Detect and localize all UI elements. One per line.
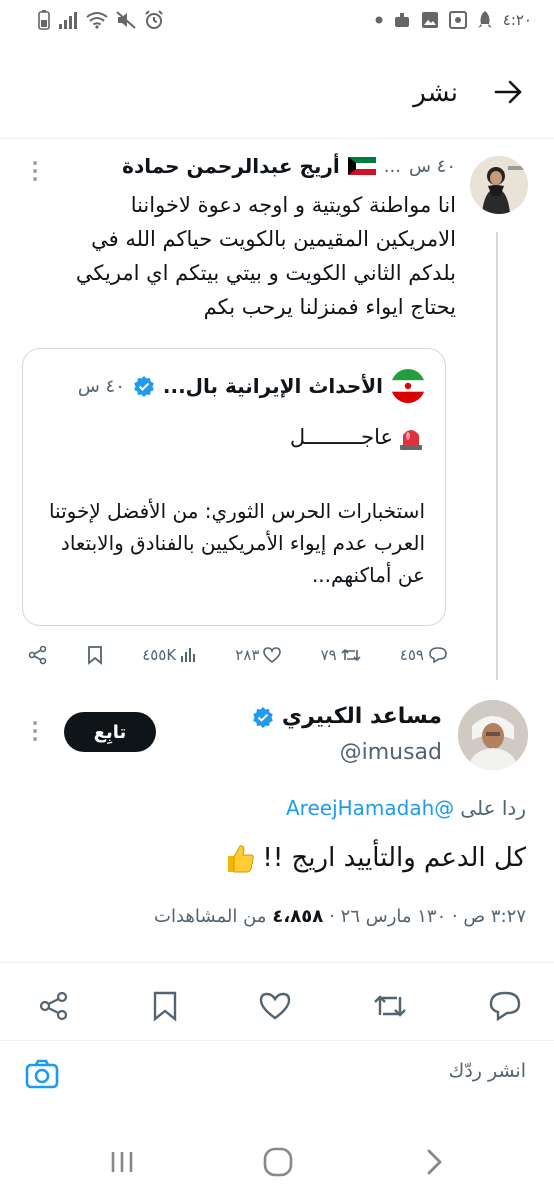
quote-time: ٤٠ س <box>77 375 125 397</box>
verified-badge-icon <box>253 706 273 728</box>
repost-icon[interactable] <box>373 991 407 1021</box>
more-options-icon[interactable] <box>32 160 38 182</box>
signal-icon <box>59 12 77 29</box>
quote-author-name: الأحداث الإيرانية بال... <box>162 374 383 398</box>
original-time: ٤٠ س <box>408 155 456 177</box>
original-author-name[interactable]: أريج عبدالرحمن حمادة <box>122 154 340 178</box>
avatar-original[interactable] <box>470 156 528 214</box>
avatar-reply-image <box>458 700 528 770</box>
views-count: ٤٥٥K <box>142 646 177 664</box>
status-time: ٤:٢٠ <box>502 11 532 29</box>
actions-top-divider <box>0 962 554 963</box>
original-ellipsis: ... <box>383 155 401 177</box>
replies-action[interactable]: ٤٥٩ <box>400 646 448 664</box>
bookmark-icon[interactable] <box>152 990 178 1022</box>
likes-action[interactable]: ٢٨٣ <box>235 646 282 664</box>
original-name-row: أريج عبدالرحمن حمادة ... ٤٠ س <box>122 154 456 178</box>
reply-icon[interactable] <box>488 990 522 1022</box>
quote-tweet-card[interactable]: الأحداث الإيرانية بال... ٤٠ س عاجـــــــ… <box>22 348 446 626</box>
reply-to-mention[interactable]: @AreejHamadah <box>286 796 454 820</box>
thumbs-up-icon <box>228 845 255 873</box>
views-action[interactable]: ٤٥٥K <box>142 646 196 664</box>
original-tweet-text: انا مواطنة كويتية و اوجه دعوة لاخواننا ا… <box>75 193 456 319</box>
repost-icon <box>341 648 361 662</box>
heart-icon[interactable] <box>259 991 291 1021</box>
share-icon[interactable] <box>38 990 70 1022</box>
quote-urgent-label: عاجـــــــــل <box>289 425 393 449</box>
dot-icon <box>375 16 383 24</box>
reply-views-count: ٤،٨٥٨ <box>272 906 324 927</box>
reposts-count: ٧٩ <box>320 646 337 664</box>
reply-text: كل الدعم والتأييد اريج !! <box>262 843 526 873</box>
iran-flag-icon <box>391 369 425 403</box>
verified-badge-icon <box>134 376 154 397</box>
reply-to-prefix: ردا على <box>460 796 526 820</box>
reply-views-label[interactable]: من المشاهدات <box>154 906 266 927</box>
rocket-icon <box>477 11 492 28</box>
camera-icon[interactable] <box>24 1056 60 1092</box>
more-options-icon[interactable] <box>32 720 38 742</box>
battery-icon <box>38 10 50 30</box>
reply-input[interactable] <box>106 1060 526 1082</box>
mute-icon <box>116 11 136 29</box>
status-bar: ٤:٢٠ <box>0 0 554 44</box>
header: نشر <box>0 62 554 126</box>
recent-apps-icon[interactable] <box>102 1142 142 1182</box>
likes-count: ٢٨٣ <box>235 646 260 664</box>
original-actions-row: ٤٥٥K ٢٨٣ ٧٩ ٤٥٩ <box>28 640 448 670</box>
reply-composer <box>0 1040 554 1112</box>
reply-timestamp: ٣:٢٧ ص · ١٣٠ مارس ٢٦ · <box>329 906 526 927</box>
follow-button[interactable]: تابِع <box>64 712 156 752</box>
reply-name-row: مساعد الكبيري <box>252 704 442 729</box>
system-nav-bar <box>0 1118 554 1200</box>
reply-actions-row <box>38 986 522 1026</box>
home-icon[interactable] <box>258 1142 298 1182</box>
views-icon <box>181 648 196 662</box>
reposts-action[interactable]: ٧٩ <box>321 646 361 664</box>
gallery-icon <box>421 12 438 28</box>
reply-author-name[interactable]: مساعد الكبيري <box>282 704 442 729</box>
reply-handle[interactable]: @imusad <box>340 740 442 765</box>
wifi-icon <box>86 12 108 29</box>
avatar-original-image <box>470 156 528 214</box>
photo-icon <box>448 11 467 29</box>
kuwait-flag-icon <box>347 157 376 175</box>
header-divider <box>0 138 554 139</box>
back-nav-icon[interactable] <box>414 1142 454 1182</box>
reply-to-line: ردا على @AreejHamadah <box>286 796 526 820</box>
share-icon[interactable] <box>28 645 48 665</box>
page-title: نشر <box>413 78 458 108</box>
back-arrow-icon[interactable] <box>492 76 524 108</box>
robot-icon <box>394 13 409 27</box>
avatar-reply[interactable] <box>458 700 528 770</box>
reply-icon <box>429 647 447 664</box>
thread-line <box>496 232 498 680</box>
alarm-icon <box>145 10 163 29</box>
reply-meta-row: ٣:٢٧ ص · ١٣٠ مارس ٢٦ · ٤،٨٥٨ من المشاهدا… <box>154 906 526 927</box>
quote-text: استخبارات الحرس الثوري: من الأفضل لإخوتن… <box>48 499 425 587</box>
siren-icon <box>400 430 422 450</box>
status-left-icons <box>38 10 164 30</box>
status-right-icons: ٤:٢٠ <box>375 10 532 30</box>
bookmark-icon[interactable] <box>87 645 103 665</box>
replies-count: ٤٥٩ <box>399 646 424 664</box>
quote-urgent-row: عاجـــــــــل <box>290 423 425 451</box>
heart-icon <box>263 647 282 663</box>
reply-text-row: كل الدعم والتأييد اريج !! <box>224 842 526 874</box>
quote-header: الأحداث الإيرانية بال... ٤٠ س <box>78 369 425 403</box>
